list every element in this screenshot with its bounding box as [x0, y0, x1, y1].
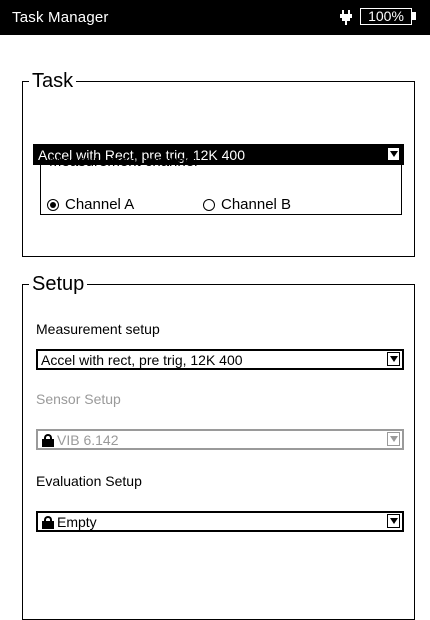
lock-icon [42, 434, 54, 447]
battery-indicator: 100% [360, 8, 412, 25]
battery-level: 100% [368, 8, 404, 24]
setup-group: Setup Measurement setup Accel with rect,… [22, 273, 415, 620]
measurement-channel-group: Measurement channel Channel A Channel B [40, 153, 402, 215]
chevron-down-icon[interactable] [387, 352, 400, 366]
task-legend: Task [32, 70, 74, 92]
setup-legend: Setup [32, 273, 85, 295]
channel-b-label: Channel B [221, 196, 292, 213]
measurement-setup-label: Measurement setup [36, 321, 160, 337]
plug-icon [340, 10, 352, 25]
measurement-channel-legend: Measurement channel [49, 153, 198, 170]
chevron-down-icon[interactable] [387, 514, 400, 528]
radio-selected-icon [47, 199, 59, 211]
channel-a-radio[interactable]: Channel A [47, 197, 134, 213]
task-group: Task Accel with Rect, pre trig, 12K 400 … [22, 70, 415, 257]
window-title: Task Manager [12, 9, 109, 26]
sensor-setup-dropdown: VIB 6.142 [36, 429, 404, 450]
lock-icon [42, 516, 54, 529]
evaluation-setup-dropdown[interactable]: Empty [36, 511, 404, 532]
measurement-setup-dropdown[interactable]: Accel with rect, pre trig, 12K 400 [36, 349, 404, 370]
channel-a-label: Channel A [65, 196, 135, 213]
channel-b-radio[interactable]: Channel B [203, 197, 291, 213]
measurement-setup-value: Accel with rect, pre trig, 12K 400 [41, 352, 243, 368]
chevron-down-icon [387, 432, 400, 446]
battery-icon [412, 12, 416, 20]
title-bar: Task Manager 100% [0, 0, 430, 35]
evaluation-setup-label: Evaluation Setup [36, 473, 142, 489]
sensor-setup-value: VIB 6.142 [57, 432, 119, 448]
sensor-setup-label: Sensor Setup [36, 391, 121, 407]
radio-unselected-icon [203, 199, 215, 211]
evaluation-setup-value: Empty [57, 514, 97, 530]
